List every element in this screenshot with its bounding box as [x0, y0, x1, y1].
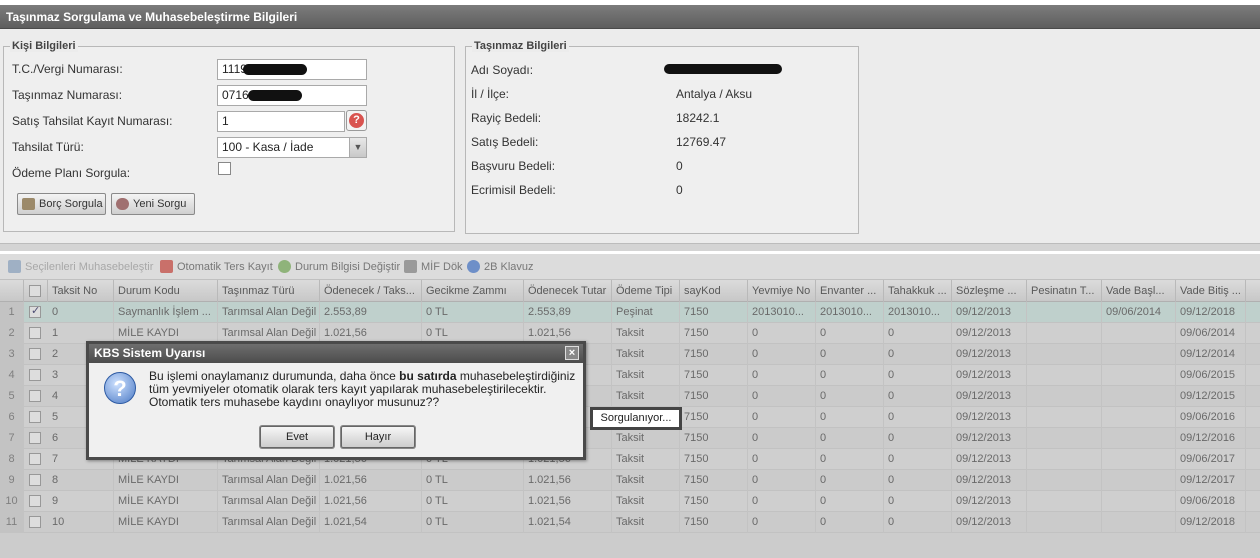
borc-sorgula-button[interactable]: Borç Sorgula: [17, 193, 106, 215]
dialog-title-text: KBS Sistem Uyarısı: [94, 346, 206, 360]
odeme-plani-checkbox[interactable]: [218, 162, 231, 175]
durum-button[interactable]: Durum Bilgisi Değiştir: [278, 259, 400, 275]
dialog-message: Bu işlemi onaylamanız durumunda, daha ön…: [149, 370, 579, 409]
dialog-title: KBS Sistem Uyarısı ×: [89, 344, 583, 363]
rayic-value: 18242.1: [676, 111, 720, 125]
splitter[interactable]: [0, 243, 1260, 251]
tahsilat-select[interactable]: 100 - Kasa / İade ▼: [217, 137, 367, 158]
tahsilat-label: Tahsilat Türü:: [12, 140, 84, 154]
question-icon: ?: [104, 372, 136, 404]
il-ilce-value: Antalya / Aksu: [676, 87, 753, 101]
calculator-icon: [22, 198, 35, 210]
mif-dok-label: MİF Dök: [421, 261, 463, 273]
durum-label: Durum Bilgisi Değiştir: [295, 261, 401, 273]
help-icon: [467, 260, 480, 273]
ecrimisil-label: Ecrimisil Bedeli:: [471, 183, 556, 197]
satis-value: 1: [222, 114, 229, 128]
chevron-down-icon[interactable]: ▼: [349, 138, 366, 157]
evet-button[interactable]: Evet: [260, 426, 334, 448]
odeme-label: Ödeme Planı Sorgula:: [12, 166, 131, 180]
help-icon: ?: [349, 113, 364, 128]
tc-label: T.C./Vergi Numarası:: [12, 62, 123, 76]
rayic-label: Rayiç Bedeli:: [471, 111, 542, 125]
message-part: Bu işlemi onaylamanız durumunda, daha ön…: [149, 369, 400, 383]
help-button[interactable]: ?: [346, 110, 367, 131]
hayir-button[interactable]: Hayır: [341, 426, 415, 448]
satis-input[interactable]: 1: [217, 111, 345, 132]
printer-icon: [404, 260, 417, 273]
adi-soyadi-label: Adı Soyadı:: [471, 63, 534, 77]
klavuz-button[interactable]: 2B Klavuz: [467, 259, 534, 275]
message-bold: bu satırda: [399, 369, 457, 383]
ters-kayit-label: Otomatik Ters Kayıt: [177, 261, 273, 273]
binoculars-icon: [116, 198, 129, 210]
status-icon: [278, 260, 291, 273]
grid-toolbar: Seçilenleri Muhasebeleştir Otomatik Ters…: [0, 254, 1260, 280]
loading-indicator: Sorgulanıyor...: [590, 407, 682, 430]
basvuru-label: Başvuru Bedeli:: [471, 159, 556, 173]
tasinmaz-no-value: 0716: [222, 88, 249, 102]
muhasebelestir-label: Seçilenleri Muhasebeleştir: [25, 261, 154, 273]
confirm-dialog: KBS Sistem Uyarısı × ? Bu işlemi onaylam…: [86, 341, 586, 460]
reverse-icon: [160, 260, 173, 273]
window-title: Taşınmaz Sorgulama ve Muhasebeleştirme B…: [0, 5, 1260, 29]
tahsilat-value: 100 - Kasa / İade: [222, 140, 314, 154]
satis-label: Satış Tahsilat Kayıt Numarası:: [12, 114, 173, 128]
tasinmaz-no-label: Taşınmaz Numarası:: [12, 88, 123, 102]
kisi-legend: Kişi Bilgileri: [10, 40, 78, 52]
il-ilce-label: İl / İlçe:: [471, 87, 510, 101]
ecrimisil-value: 0: [676, 183, 683, 197]
klavuz-label: 2B Klavuz: [484, 261, 534, 273]
ters-kayit-button[interactable]: Otomatik Ters Kayıt: [160, 259, 273, 275]
satis-bedeli-value: 12769.47: [676, 135, 727, 149]
redaction-mark: [664, 64, 782, 74]
satis-bedeli-label: Satış Bedeli:: [471, 135, 539, 149]
redaction-mark: [248, 90, 302, 101]
close-icon[interactable]: ×: [565, 346, 579, 360]
yeni-sorgu-label: Yeni Sorgu: [133, 198, 187, 210]
muhasebelestir-button[interactable]: Seçilenleri Muhasebeleştir: [8, 259, 153, 275]
basvuru-value: 0: [676, 159, 683, 173]
borc-sorgula-label: Borç Sorgula: [39, 198, 103, 210]
save-icon: [8, 260, 21, 273]
yeni-sorgu-button[interactable]: Yeni Sorgu: [111, 193, 195, 215]
tasinmaz-legend: Taşınmaz Bilgileri: [472, 40, 569, 52]
mif-dok-button[interactable]: MİF Dök: [404, 259, 463, 275]
redaction-mark: [243, 64, 307, 75]
